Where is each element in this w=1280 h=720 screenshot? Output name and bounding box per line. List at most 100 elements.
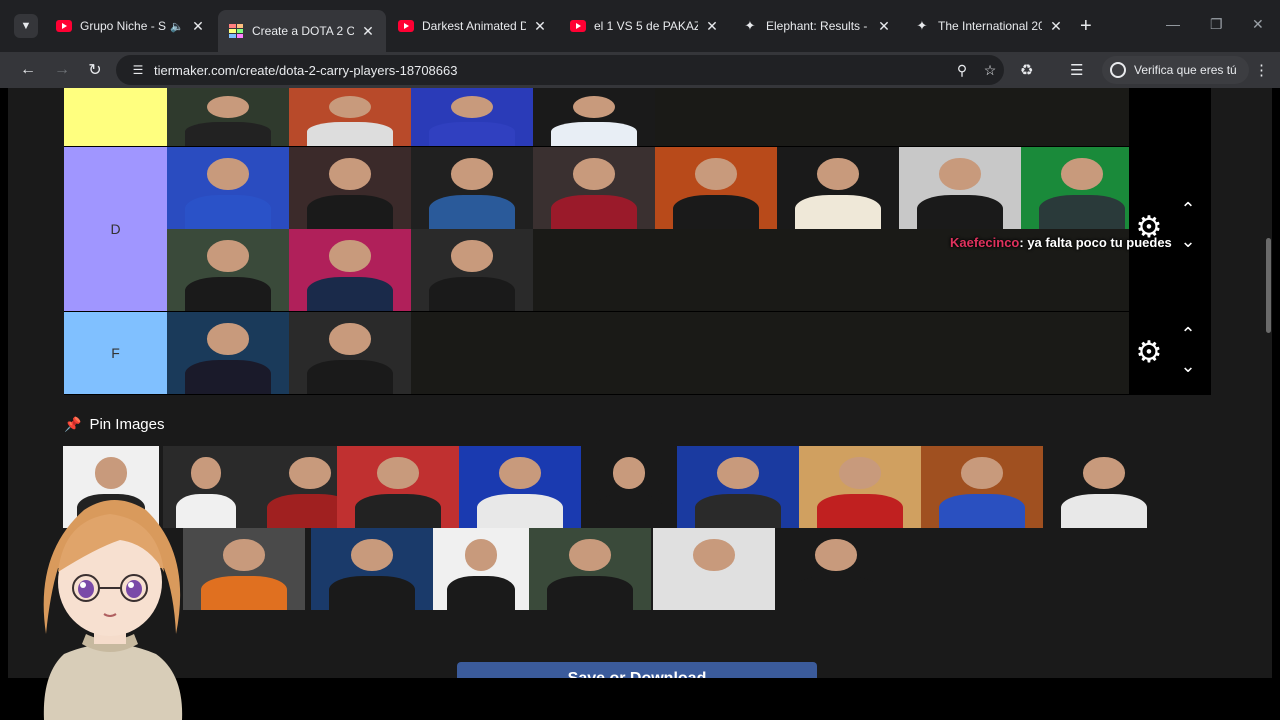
back-arrow-icon[interactable]: ← (16, 58, 40, 82)
player-image[interactable] (167, 312, 289, 394)
tab-title: Create a DOTA 2 CAR (252, 24, 354, 38)
scrollbar-thumb[interactable] (1266, 238, 1271, 333)
tab-create-dota-2-carry[interactable]: Create a DOTA 2 CAR ✕ (218, 10, 386, 52)
player-image[interactable] (1021, 147, 1143, 229)
player-image[interactable] (411, 88, 533, 146)
pushpin-icon: 📌 (64, 416, 82, 432)
player-image[interactable] (655, 147, 777, 229)
pin-images-heading: 📌 Pin Images (64, 416, 164, 433)
tab-title: Darkest Animated Di (422, 19, 526, 33)
player-image[interactable] (677, 446, 799, 528)
player-image[interactable] (1043, 446, 1165, 528)
player-image[interactable] (311, 528, 433, 610)
player-image[interactable] (921, 446, 1043, 528)
profile-icon (1110, 62, 1126, 78)
chevron-down-icon[interactable]: ⌄ (1177, 356, 1199, 377)
chat-text: : ya falta poco tu puedes (1019, 235, 1172, 250)
player-image[interactable] (289, 147, 411, 229)
player-image[interactable] (167, 147, 289, 229)
chevron-down-icon[interactable]: ⌄ (1177, 231, 1199, 252)
tab-close-icon[interactable]: ✕ (190, 18, 206, 35)
player-image[interactable] (799, 446, 921, 528)
player-image[interactable] (459, 446, 581, 528)
tab-pakazs[interactable]: el 1 VS 5 de PAKAZS ✕ (560, 10, 730, 42)
zoom-icon[interactable]: ⚲ (948, 62, 976, 79)
youtube-icon (56, 18, 72, 34)
extensions-puzzle-icon[interactable]: ♻ (1020, 61, 1033, 79)
player-image[interactable] (289, 229, 411, 311)
profile-label: Verifica que eres tú (1134, 63, 1237, 77)
player-image[interactable] (337, 446, 459, 528)
tier-label[interactable] (64, 88, 167, 146)
url-text[interactable]: tiermaker.com/create/dota-2-carry-player… (154, 63, 948, 78)
stream-chat-message: Kaefecinco: ya falta poco tu puedes (950, 235, 1172, 250)
player-image[interactable] (533, 88, 655, 146)
tab-close-icon[interactable]: ✕ (532, 18, 548, 35)
player-image[interactable] (183, 528, 305, 610)
address-bar[interactable]: ☰ tiermaker.com/create/dota-2-carry-play… (116, 55, 1004, 85)
tier-label[interactable]: D (64, 147, 167, 311)
youtube-icon (570, 18, 586, 34)
speaker-icon[interactable]: 🔈 (170, 20, 184, 33)
tab-title: The International 202 (938, 19, 1042, 33)
browser-toolbar: ← → ↻ ☰ tiermaker.com/create/dota-2-carr… (0, 52, 1280, 88)
tab-close-icon[interactable]: ✕ (360, 23, 376, 40)
player-image[interactable] (411, 229, 533, 311)
restore-icon[interactable]: ❐ (1210, 16, 1223, 33)
media-controls-icon[interactable]: ☰ (1070, 61, 1083, 79)
tab-darkest-animated[interactable]: Darkest Animated Di ✕ (388, 10, 558, 42)
forward-arrow-icon[interactable]: → (50, 58, 74, 82)
player-image[interactable] (411, 147, 533, 229)
save-download-button[interactable]: Save or Download (457, 662, 817, 678)
tab-elephant-results[interactable]: ✦ Elephant: Results - Li ✕ (732, 10, 902, 42)
player-image[interactable] (289, 312, 411, 394)
menu-kebab-icon[interactable]: ⋮ (1254, 61, 1269, 79)
tab-search-chevron-icon[interactable]: ▼ (14, 14, 38, 38)
player-image[interactable] (653, 528, 775, 610)
chevron-up-icon[interactable]: ⌃ (1177, 324, 1199, 345)
tier-items (167, 312, 1129, 394)
tab-close-icon[interactable]: ✕ (1048, 18, 1064, 35)
tier-row-f: F ⚙ ⌃ ⌄ (64, 312, 1211, 395)
player-image[interactable] (529, 528, 651, 610)
tiermaker-icon (228, 23, 244, 39)
player-image[interactable] (533, 147, 655, 229)
new-tab-plus-icon[interactable]: + (1080, 16, 1092, 36)
tab-strip: ▼ Grupo Niche - Se 🔈 ✕ Create a DOTA 2 C… (0, 0, 1280, 52)
tab-close-icon[interactable]: ✕ (876, 18, 892, 35)
player-image[interactable] (167, 229, 289, 311)
page-scrollbar[interactable] (1264, 88, 1272, 678)
tier-controls: ⚙ ⌃ ⌄ (1129, 147, 1211, 311)
reload-icon[interactable]: ↻ (83, 58, 107, 82)
tab-title: el 1 VS 5 de PAKAZS (594, 19, 698, 33)
player-image[interactable] (775, 528, 897, 610)
tier-label[interactable]: F (64, 312, 167, 394)
chat-username: Kaefecinco (950, 235, 1020, 250)
vtuber-avatar-image (43, 500, 183, 720)
bookmark-star-icon[interactable]: ☆ (976, 62, 1004, 79)
tab-title: Grupo Niche - Se (80, 19, 167, 33)
tier-controls (1129, 88, 1211, 146)
site-info-icon[interactable]: ☰ (126, 63, 150, 77)
player-image[interactable] (167, 88, 289, 146)
liquipedia-icon: ✦ (916, 18, 928, 33)
tab-title: Elephant: Results - Li (766, 19, 870, 33)
player-image[interactable] (289, 88, 411, 146)
profile-verify-chip[interactable]: Verifica que eres tú (1102, 56, 1249, 84)
player-image[interactable] (581, 446, 677, 528)
tier-row-yellow (64, 88, 1211, 147)
youtube-icon (398, 18, 414, 34)
tier-items (167, 147, 1143, 311)
player-image[interactable] (777, 147, 899, 229)
player-image[interactable] (433, 528, 529, 610)
browser-window: ▼ Grupo Niche - Se 🔈 ✕ Create a DOTA 2 C… (0, 0, 1280, 720)
player-image[interactable] (899, 147, 1021, 229)
tab-the-international[interactable]: ✦ The International 202 ✕ (904, 10, 1074, 42)
tab-grupo-niche[interactable]: Grupo Niche - Se 🔈 ✕ (46, 10, 216, 42)
tier-items (167, 88, 1129, 146)
gear-icon[interactable]: ⚙ (1134, 338, 1164, 368)
chevron-up-icon[interactable]: ⌃ (1177, 199, 1199, 220)
tab-close-icon[interactable]: ✕ (704, 18, 720, 35)
window-close-icon[interactable]: ✕ (1252, 16, 1264, 33)
minimize-icon[interactable]: — (1166, 16, 1180, 32)
